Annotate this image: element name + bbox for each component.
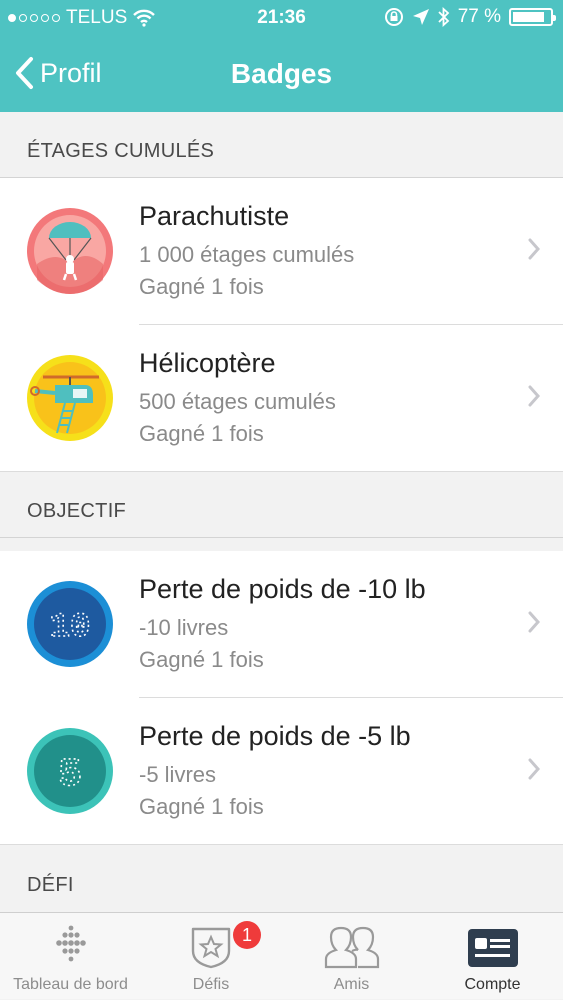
badge-earned-count: Gagné 1 fois	[139, 421, 264, 446]
chevron-right-icon	[528, 238, 541, 260]
badge-row-helicopter[interactable]: Hélicoptère 500 étages cumulés Gagné 1 f…	[0, 325, 563, 472]
tab-label: Compte	[464, 976, 521, 993]
header-bar: TELUS 21:36 77 % Profil Badges	[0, 0, 563, 112]
badge-number: 10	[50, 609, 91, 647]
badge-subtitle: 1 000 étages cumulés	[139, 242, 355, 267]
badge-title: Hélicoptère	[139, 348, 276, 378]
parachute-badge-icon	[27, 208, 113, 294]
tab-label: Défis	[192, 976, 230, 993]
tab-account[interactable]: Compte	[422, 913, 563, 1000]
bluetooth-icon	[438, 7, 449, 27]
badge-title: Perte de poids de -10 lb	[139, 574, 426, 604]
notification-badge: 1	[233, 921, 261, 949]
section-header-cumulative-floors: ÉTAGES CUMULÉS	[0, 112, 563, 178]
badge-subtitle: -5 livres	[139, 762, 217, 787]
badge-row-parachutist[interactable]: Parachutiste 1 000 étages cumulés Gagné …	[0, 178, 563, 325]
badge-subtitle: 500 étages cumulés	[139, 389, 336, 414]
section-header-goal: OBJECTIF	[0, 472, 563, 538]
badge-row-weight-loss-5[interactable]: 5 Perte de poids de -5 lb -5 livres Gagn…	[0, 698, 563, 845]
badge-subtitle: -10 livres	[139, 615, 229, 640]
badge-row-weight-loss-10[interactable]: 10 Perte de poids de -10 lb -10 livres G…	[0, 551, 563, 698]
friends-icon	[324, 926, 379, 969]
status-bar: TELUS 21:36 77 %	[0, 0, 563, 36]
helicopter-badge-icon	[27, 355, 113, 441]
tab-bar: Tableau de bord 1 Défis Amis Compte	[0, 912, 563, 999]
tab-dashboard[interactable]: Tableau de bord	[0, 913, 141, 1000]
weight-loss-5-badge-icon: 5	[27, 728, 113, 814]
tab-label: Tableau de bord	[13, 976, 128, 993]
rotation-lock-icon	[384, 8, 403, 26]
page-title: Badges	[230, 58, 333, 89]
tab-challenges[interactable]: 1 Défis	[141, 913, 281, 1000]
badge-earned-count: Gagné 1 fois	[139, 647, 264, 672]
dashboard-dots-icon	[55, 925, 86, 962]
account-card-icon	[467, 929, 518, 967]
battery-percent: 77 %	[457, 6, 501, 27]
badge-title: Parachutiste	[139, 201, 290, 231]
badge-title: Perte de poids de -5 lb	[139, 721, 411, 751]
badge-number: 5	[58, 753, 82, 798]
chevron-right-icon	[528, 611, 541, 633]
tab-friends[interactable]: Amis	[281, 913, 422, 1000]
tab-label: Amis	[333, 976, 370, 993]
section-header-challenge: DÉFI	[0, 845, 563, 911]
chevron-right-icon	[528, 758, 541, 780]
star-shield-icon	[191, 927, 231, 969]
badge-earned-count: Gagné 1 fois	[139, 274, 264, 299]
battery-icon	[509, 8, 556, 26]
weight-loss-10-badge-icon: 10	[27, 581, 113, 667]
chevron-right-icon	[528, 385, 541, 407]
badge-earned-count: Gagné 1 fois	[139, 794, 264, 819]
location-arrow-icon	[412, 9, 429, 25]
